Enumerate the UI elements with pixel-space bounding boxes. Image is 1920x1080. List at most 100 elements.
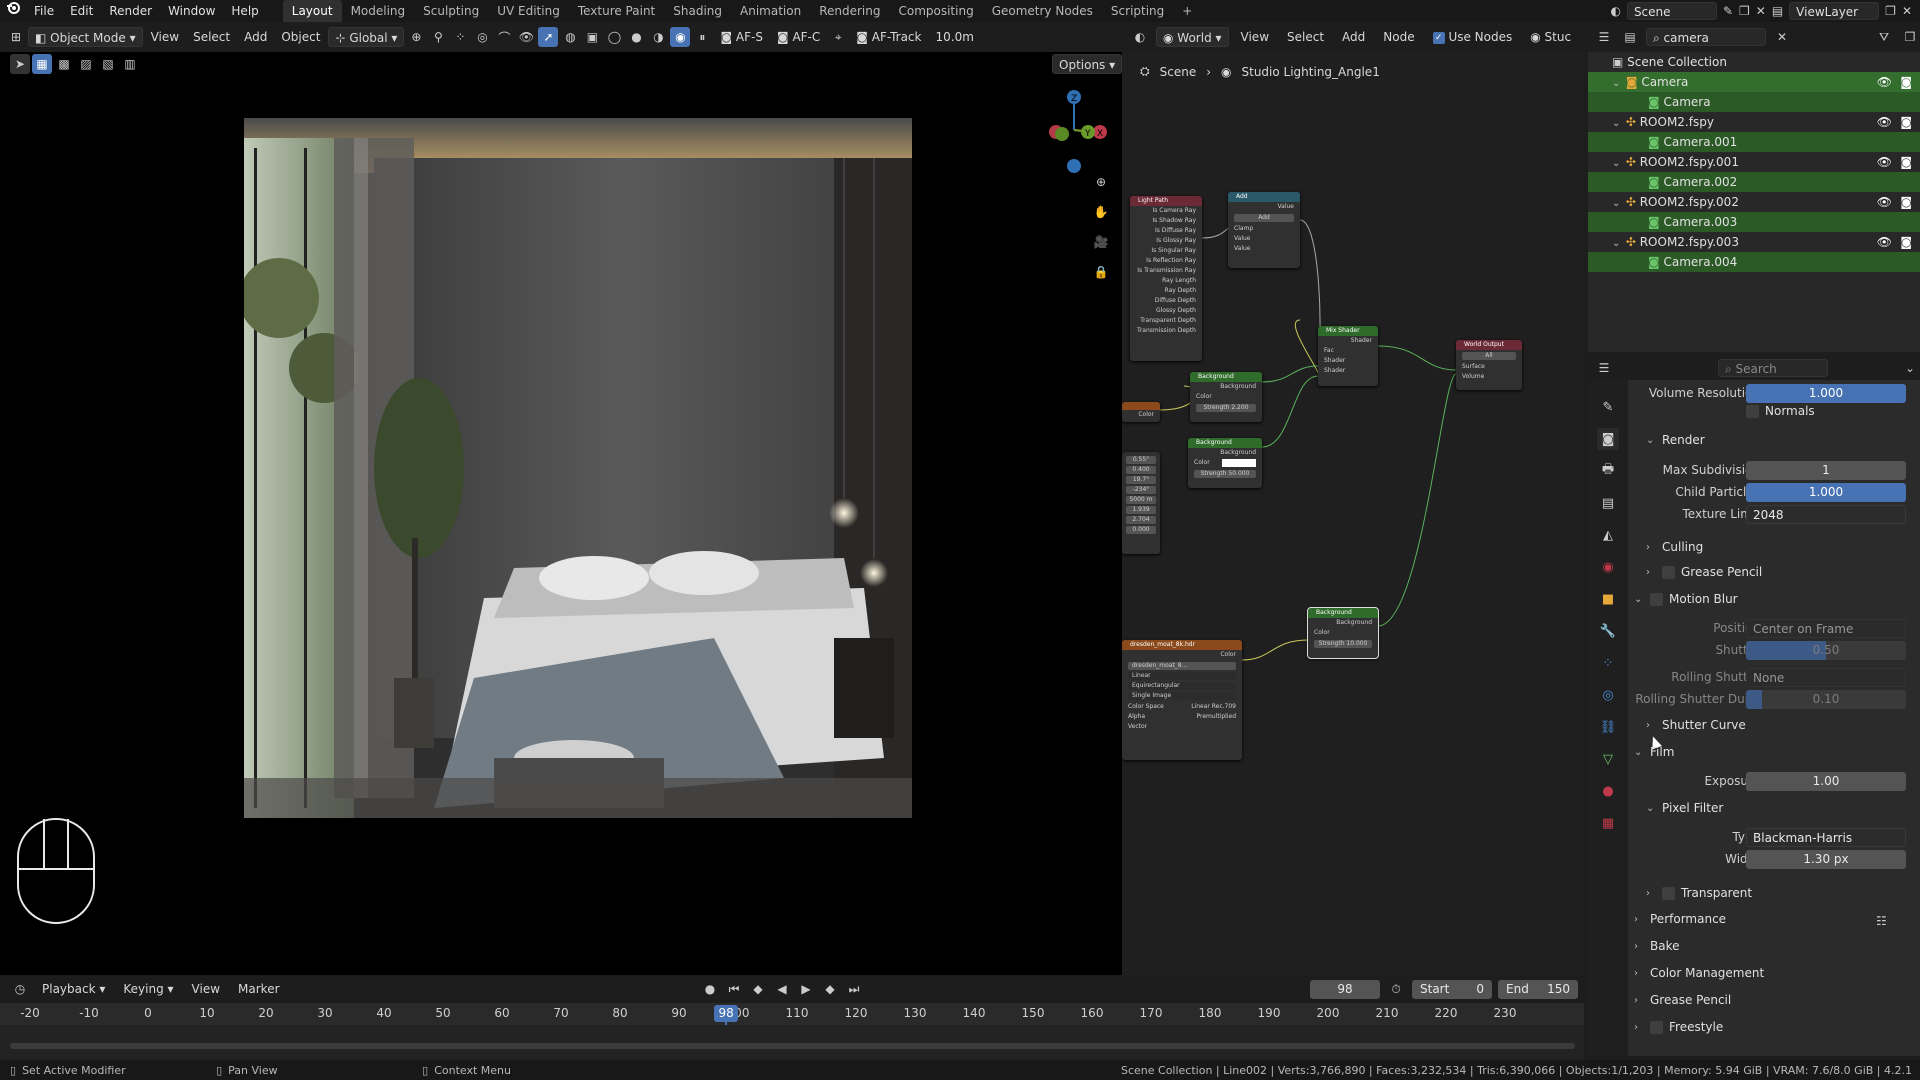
render-camera-icon[interactable]: ◙	[1900, 152, 1912, 172]
tab-sculpting[interactable]: Sculpting	[414, 0, 488, 22]
normals-checkbox[interactable]	[1746, 404, 1759, 418]
strength-field[interactable]: Strength 50.000	[1194, 470, 1256, 478]
lock-icon[interactable]: 🔒	[1091, 262, 1111, 282]
chevron-down-icon[interactable]: ⌄	[1612, 194, 1622, 214]
max-subdivision-field[interactable]: 1	[1746, 460, 1906, 480]
breadcrumb-scene[interactable]: Scene	[1160, 65, 1197, 79]
outliner-row[interactable]: ⌄ ✣ ROOM2.fspy.002 👁 ◙	[1588, 192, 1920, 212]
menu-object[interactable]: Object	[275, 27, 326, 47]
add-op-dropdown[interactable]: Add	[1234, 214, 1294, 222]
tab-shading[interactable]: Shading	[664, 0, 731, 22]
node-editor[interactable]: Light Path Is Camera Ray Is Shadow Ray I…	[1122, 52, 1584, 975]
mapping-value[interactable]: 0.400	[1126, 466, 1156, 474]
node-menu-select[interactable]: Select	[1281, 27, 1330, 47]
use-nodes-checkbox[interactable]: ✓ Use Nodes	[1427, 27, 1519, 47]
tool-icon[interactable]: ✎	[1597, 396, 1619, 418]
marker-menu[interactable]: Marker	[232, 979, 285, 999]
position-dropdown[interactable]: Center on Frame	[1746, 618, 1906, 638]
output-target-dropdown[interactable]: All	[1462, 352, 1516, 360]
world-icon[interactable]: ◉	[1597, 556, 1619, 578]
mapping-value[interactable]: 19.7°	[1126, 476, 1156, 484]
chevron-down-icon[interactable]: ⌄	[1612, 74, 1622, 94]
menu-render[interactable]: Render	[101, 0, 160, 22]
clock-icon[interactable]: ⏱	[1386, 979, 1406, 999]
chevron-down-icon[interactable]: ⌄	[1612, 114, 1622, 134]
filter-icon[interactable]: ⛛	[1874, 27, 1894, 47]
transparent-checkbox[interactable]	[1662, 886, 1675, 900]
physics-icon[interactable]: ◎	[1597, 684, 1619, 706]
prev-keyframe-icon[interactable]: ◆	[748, 979, 768, 999]
mapping-value[interactable]: 1.939	[1126, 506, 1156, 514]
eye-icon[interactable]: 👁	[1877, 72, 1892, 92]
background-node-1[interactable]: Background Background Color Strength 2.2…	[1190, 372, 1262, 422]
blender-logo-icon[interactable]	[0, 0, 26, 22]
jump-end-icon[interactable]: ⏭	[844, 979, 864, 999]
select-box-icon[interactable]: ▦	[32, 54, 52, 74]
add-math-node[interactable]: Add Value Add Clamp Value Value	[1228, 192, 1300, 268]
timeline-scrollbar[interactable]	[10, 1043, 1575, 1049]
modifier-wrench-icon[interactable]: 🔧	[1597, 620, 1619, 642]
light-path-node[interactable]: Light Path Is Camera Ray Is Shadow Ray I…	[1130, 196, 1202, 361]
mode-selector[interactable]: ◧ Object Mode ▾	[28, 27, 143, 47]
focus-icon[interactable]: ⌖	[828, 27, 848, 47]
tab-layout[interactable]: Layout	[282, 0, 342, 22]
tab-modeling[interactable]: Modeling	[342, 0, 415, 22]
image-file-selector[interactable]: dresden_moat_8...	[1128, 662, 1236, 670]
playback-menu[interactable]: Playback ▾	[36, 979, 111, 999]
pause-icon[interactable]: ⏸	[692, 27, 712, 47]
color-swatch[interactable]	[1222, 459, 1256, 467]
material-shading-icon[interactable]: ◑	[648, 27, 668, 47]
menu-view[interactable]: View	[145, 27, 185, 47]
display-mode-icon[interactable]: ▤	[1620, 27, 1640, 47]
record-icon[interactable]: ●	[700, 979, 720, 999]
tab-animation[interactable]: Animation	[731, 0, 810, 22]
projection-dropdown[interactable]: Equirectangular	[1128, 682, 1236, 690]
gizmo-icon[interactable]: ➚	[538, 27, 559, 47]
keying-menu[interactable]: Keying ▾	[117, 979, 179, 999]
texture-limit-dropdown[interactable]: 2048	[1746, 504, 1906, 524]
editor-type-icon[interactable]: ⊞	[6, 27, 26, 47]
tab-compositing[interactable]: Compositing	[889, 0, 982, 22]
render-icon[interactable]: ◙	[1597, 428, 1619, 450]
normals-checkbox-row[interactable]: Normals	[1746, 404, 1815, 418]
proportional-icon[interactable]: ◎	[472, 27, 492, 47]
tex-coord-node[interactable]: Color	[1122, 402, 1160, 422]
volume-resolution-field[interactable]: 1.000	[1746, 383, 1906, 403]
chevron-down-icon[interactable]: ⌄	[1900, 358, 1920, 378]
select-intersect-icon[interactable]: ▥	[120, 54, 140, 74]
scene-icon[interactable]: ◐	[1610, 4, 1620, 18]
view-layer-icon[interactable]: ▤	[1772, 4, 1783, 18]
texture-icon[interactable]: ▦	[1597, 812, 1619, 834]
tab-uv-editing[interactable]: UV Editing	[488, 0, 569, 22]
menu-help[interactable]: Help	[223, 0, 266, 22]
new-scene-icon[interactable]: ❐	[1739, 4, 1750, 18]
clear-search-icon[interactable]: ✕	[1772, 27, 1792, 47]
zoom-icon[interactable]: ⊕	[1091, 172, 1111, 192]
chevron-down-icon[interactable]: ⌄	[1612, 154, 1622, 174]
focus-distance[interactable]: 10.0m	[929, 27, 979, 47]
render-camera-icon[interactable]: ◙	[1900, 112, 1912, 132]
mapping-value[interactable]: 0.55°	[1126, 456, 1156, 464]
3d-viewport[interactable]: ➤ ▦ ▩ ▨ ▧ ▥ Options ▾ Z X Y ⊕ ✋ 🎥 🔒	[0, 52, 1123, 975]
next-keyframe-icon[interactable]: ◆	[820, 979, 840, 999]
strength-field[interactable]: Strength 10.000	[1314, 640, 1372, 648]
shutter-curve-subpanel-header[interactable]: › Shutter Curve	[1646, 718, 1746, 732]
select-tool-icon[interactable]: ➤	[10, 54, 30, 74]
falloff-icon[interactable]: ⌒	[494, 27, 514, 47]
outliner-row[interactable]: ⌄ ✣ ROOM2.fspy.003 👁 ◙	[1588, 232, 1920, 252]
shutter-slider[interactable]: 0.50	[1746, 640, 1906, 660]
af-track-button[interactable]: ◙ AF-Track	[850, 27, 927, 47]
world-output-node[interactable]: World Output All Surface Volume	[1456, 340, 1522, 390]
add-workspace-icon[interactable]: +	[1173, 0, 1201, 22]
menu-file[interactable]: File	[26, 0, 62, 22]
camera-view-icon[interactable]: 🎥	[1091, 232, 1111, 252]
start-frame-field[interactable]: Start 0	[1412, 979, 1492, 999]
view-layer-icon[interactable]: ▤	[1597, 492, 1619, 514]
render-subpanel-header[interactable]: ⌄ Render	[1646, 433, 1705, 447]
play-reverse-icon[interactable]: ◀	[772, 979, 792, 999]
view-layer-selector[interactable]: ViewLayer	[1789, 2, 1880, 20]
transparent-subpanel-header[interactable]: › Transparent	[1646, 886, 1752, 900]
source-dropdown[interactable]: Single Image	[1128, 692, 1236, 700]
mapping-node[interactable]: 0.55° 0.400 19.7° -234° 5000 m 1.939 2.7…	[1122, 452, 1160, 554]
properties-type-icon[interactable]: ☰	[1594, 358, 1614, 378]
